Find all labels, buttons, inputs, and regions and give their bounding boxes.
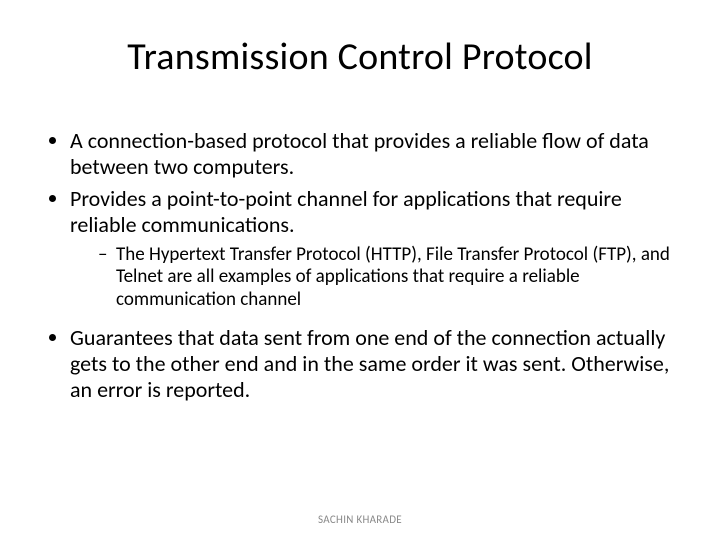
slide: Transmission Control Protocol A connecti… — [0, 0, 720, 403]
bullet-text: Provides a point-to-point channel for ap… — [70, 185, 622, 238]
bullet-item: Provides a point-to-point channel for ap… — [70, 186, 676, 311]
sub-bullet-item: The Hypertext Transfer Protocol (HTTP), … — [98, 244, 676, 311]
bullet-item: Guarantees that data sent from one end o… — [70, 325, 676, 403]
footer-author: SACHIN KHARADE — [0, 513, 720, 526]
sub-bullet-list: The Hypertext Transfer Protocol (HTTP), … — [70, 244, 676, 311]
slide-title: Transmission Control Protocol — [44, 34, 676, 80]
bullet-item: A connection-based protocol that provide… — [70, 128, 676, 180]
bullet-list: A connection-based protocol that provide… — [44, 128, 676, 403]
